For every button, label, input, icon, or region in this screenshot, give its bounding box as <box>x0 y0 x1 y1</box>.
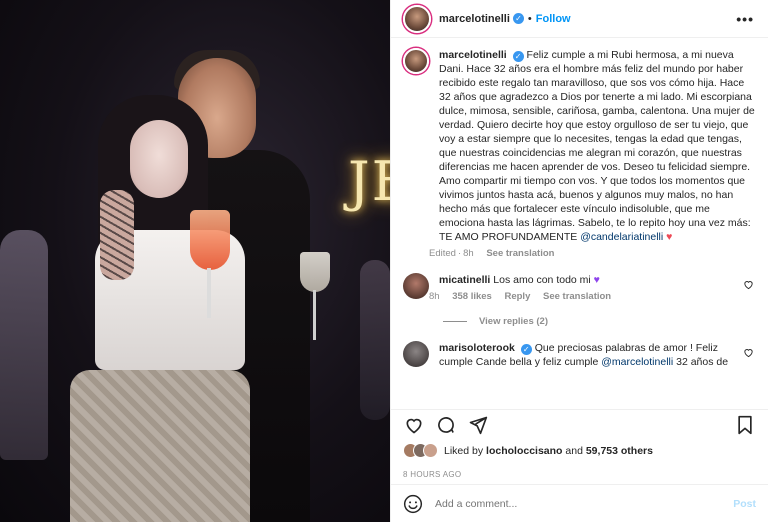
caption-username[interactable]: marcelotinelli <box>439 49 507 61</box>
see-translation-link[interactable]: See translation <box>543 291 611 302</box>
wine-glass <box>300 252 330 292</box>
verified-badge-icon: ✓ <box>520 344 532 355</box>
neon-sign: JE <box>348 150 390 213</box>
caption-time: 8h <box>463 248 474 259</box>
edited-label: Edited <box>429 248 456 259</box>
comment-body: micatinelli Los amo con todo mi ♥ <box>439 273 739 287</box>
replies-line <box>443 321 467 322</box>
purple-heart-icon: ♥ <box>593 274 600 286</box>
post-caption: marcelotinelli ✓ Feliz cumple a mi Rubi … <box>403 48 757 259</box>
woman-face <box>130 120 188 198</box>
comment-text-continued: 32 años de <box>676 356 729 368</box>
red-heart-icon: ♥ <box>666 231 673 243</box>
author-avatar[interactable] <box>403 4 431 33</box>
save-bookmark-icon[interactable] <box>734 414 756 436</box>
comment-item: micatinelli Los amo con todo mi ♥ 8h 358… <box>403 273 754 302</box>
reply-button[interactable]: Reply <box>504 291 530 302</box>
commenter-avatar[interactable] <box>403 341 429 367</box>
cocktail-glass <box>190 210 230 270</box>
verified-badge-icon: ✓ <box>512 13 524 24</box>
share-paper-plane-icon[interactable] <box>467 414 489 436</box>
comment-like-heart-icon[interactable] <box>743 279 754 293</box>
comment-meta: 8h 358 likes Reply See translation <box>429 291 739 302</box>
liker-avatars <box>403 443 438 458</box>
comments-section[interactable]: marcelotinelli ✓ Feliz cumple a mi Rubi … <box>391 38 768 409</box>
comment-body: marisoloterook ✓ Que preciosas palabras … <box>439 341 739 369</box>
comment-bubble-icon[interactable] <box>435 414 457 436</box>
post-timestamp[interactable]: 8 HOURS AGO <box>403 470 461 479</box>
liker-avatar <box>423 443 438 458</box>
post-sidebar: marcelotinelli ✓ • Follow ••• marcelotin… <box>390 0 768 522</box>
caption-text: Feliz cumple a mi Rubi hermosa, a mi nue… <box>439 49 755 243</box>
separator-dot: • <box>527 12 532 25</box>
likes-summary: Liked by locholoccisano and 59,753 other… <box>403 443 653 458</box>
comment-likes[interactable]: 358 likes <box>452 291 492 302</box>
comment-input[interactable] <box>435 497 734 510</box>
like-heart-icon[interactable] <box>403 414 425 436</box>
caption-meta: Edited · 8h See translation <box>429 248 555 259</box>
follow-button[interactable]: Follow <box>536 13 571 25</box>
commenter-username[interactable]: micatinelli <box>439 274 490 286</box>
view-replies-button[interactable]: View replies (2) <box>443 316 754 327</box>
post-comment-button[interactable]: Post <box>733 498 756 510</box>
plaid-skirt <box>70 370 250 522</box>
verified-badge-icon: ✓ <box>512 51 524 62</box>
background-person <box>0 230 48 460</box>
more-options-icon[interactable]: ••• <box>736 11 754 27</box>
caption-avatar[interactable] <box>403 48 429 74</box>
caption-mention[interactable]: @candelariatinelli <box>580 231 663 243</box>
tattooed-arm <box>100 190 134 280</box>
comment-text: Los amo con todo mi <box>493 274 591 286</box>
likes-count[interactable]: 59,753 others <box>586 445 653 457</box>
glass-stem <box>207 268 211 318</box>
liked-by-prefix: Liked by <box>444 444 484 457</box>
emoji-icon[interactable] <box>403 494 423 514</box>
action-bar <box>391 409 768 439</box>
view-replies-label: View replies (2) <box>479 316 548 327</box>
add-comment-bar: Post <box>391 484 768 522</box>
post-photo[interactable]: JE <box>0 0 390 522</box>
commenter-avatar[interactable] <box>403 273 429 299</box>
comment-item: marisoloterook ✓ Que preciosas palabras … <box>403 341 754 369</box>
instagram-post: JE marcelotinelli ✓ • Follow ••• <box>0 0 768 522</box>
liker-username[interactable]: locholoccisano <box>486 445 562 457</box>
see-translation-link[interactable]: See translation <box>486 248 554 259</box>
background-person <box>360 260 390 420</box>
glass-stem <box>313 290 316 340</box>
author-username[interactable]: marcelotinelli <box>439 13 510 25</box>
comment-time: 8h <box>429 291 440 302</box>
post-header: marcelotinelli ✓ • Follow ••• <box>391 0 768 38</box>
liked-by-and: and <box>565 444 583 457</box>
caption-body: marcelotinelli ✓ Feliz cumple a mi Rubi … <box>439 48 757 244</box>
commenter-username[interactable]: marisoloterook <box>439 342 515 354</box>
comment-mention[interactable]: @marcelotinelli <box>601 356 673 368</box>
comment-like-heart-icon[interactable] <box>743 347 754 361</box>
